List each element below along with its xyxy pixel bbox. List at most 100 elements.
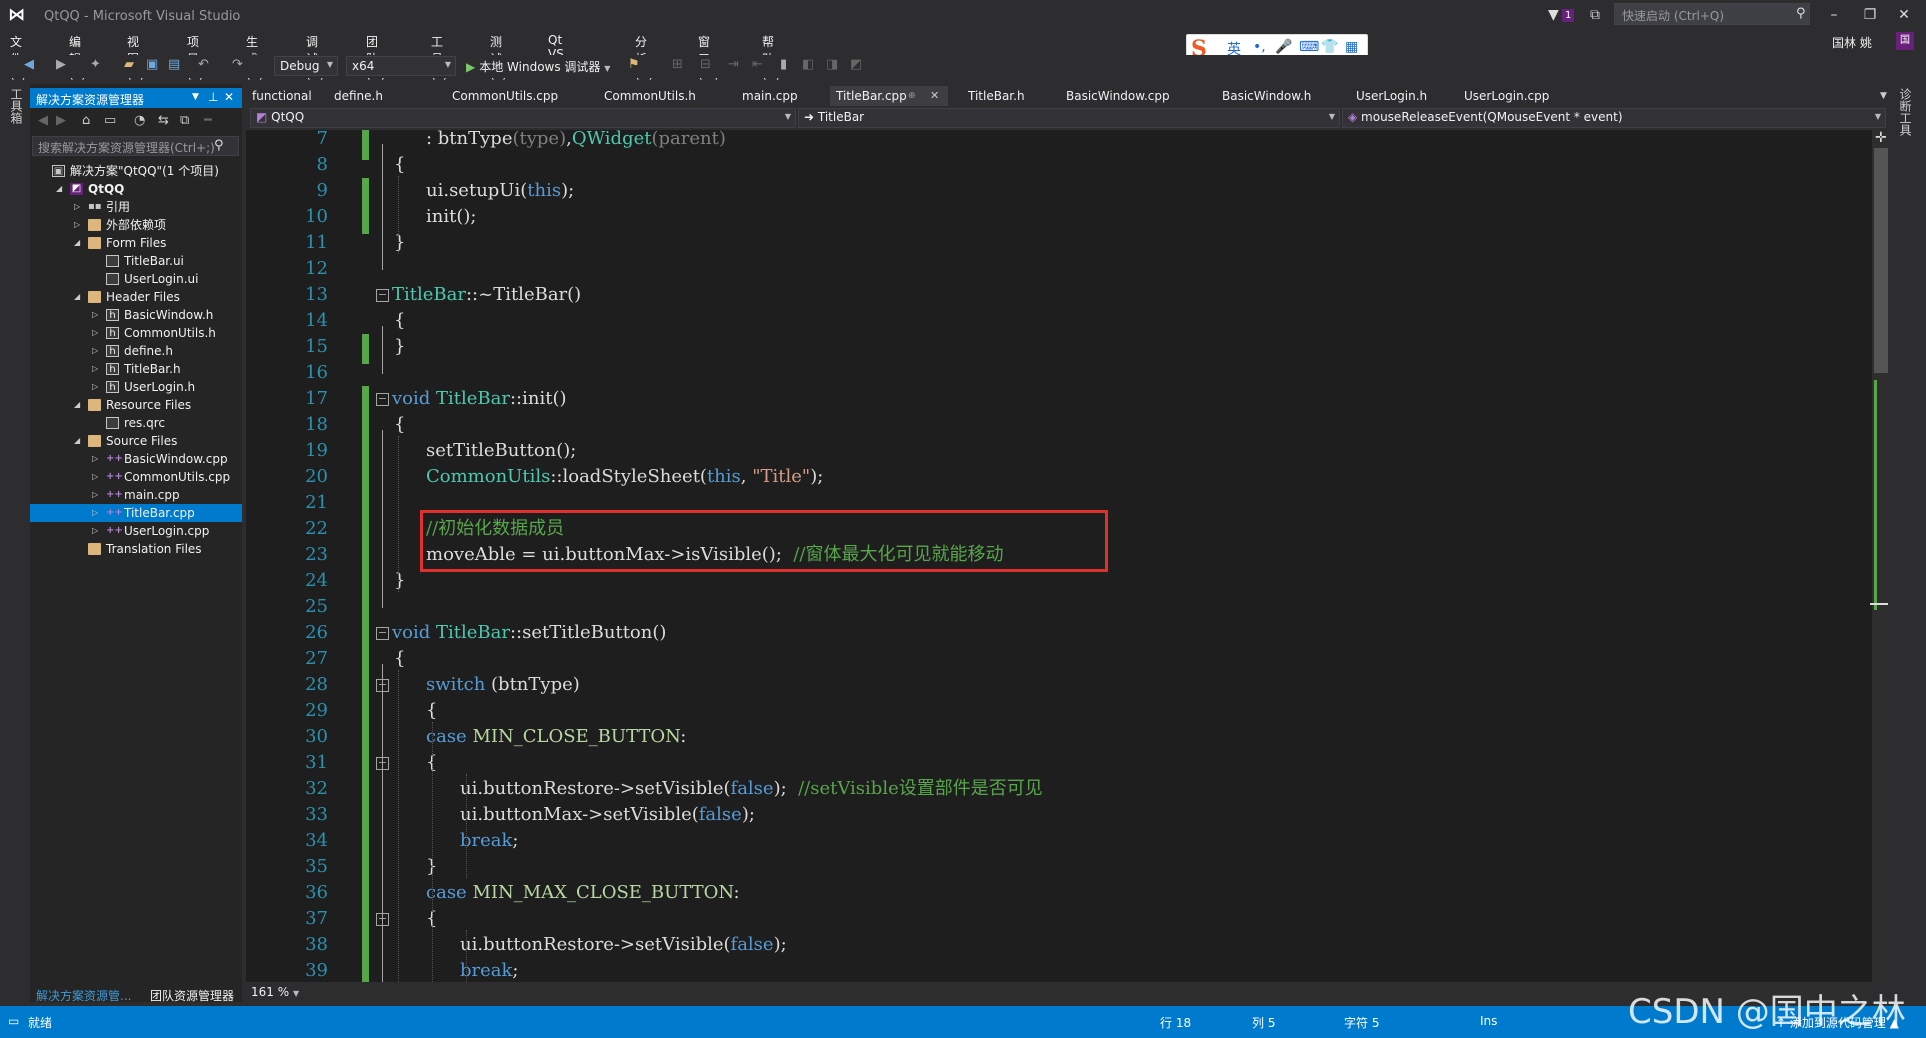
find-in-files-icon[interactable]: ⚑ <box>628 57 640 72</box>
expanded-arrow-icon[interactable]: ◢ <box>74 432 80 450</box>
restore-button[interactable]: ❐ <box>1856 4 1884 26</box>
tab-document[interactable]: UserLogin.cpp <box>1458 86 1555 106</box>
quick-launch-input[interactable]: 快速启动 (Ctrl+Q) <box>1614 3 1810 25</box>
tree-item[interactable]: ◢ Resource Files <box>30 396 242 414</box>
tab-document[interactable]: define.h <box>328 86 389 106</box>
expanded-arrow-icon[interactable]: ◢ <box>74 234 80 252</box>
feedback-filter-icon[interactable]: ▼ <box>1548 7 1559 23</box>
tab-document[interactable]: BasicWindow.h <box>1216 86 1317 106</box>
tree-item[interactable]: res.qrc <box>30 414 242 432</box>
split-editor-icon[interactable]: ✛ <box>1875 130 1887 146</box>
tree-item[interactable]: ▷ ++ BasicWindow.cpp <box>30 450 242 468</box>
tab-document[interactable]: functional <box>246 86 318 106</box>
output-icon[interactable]: ▭ <box>8 1014 19 1028</box>
collapsed-arrow-icon[interactable]: ▷ <box>92 306 98 324</box>
tree-item[interactable]: Translation Files <box>30 540 242 558</box>
save-icon[interactable]: ▣ <box>146 57 158 72</box>
back-icon[interactable]: ◀ <box>38 113 48 128</box>
tree-item[interactable]: ▷ h CommonUtils.h <box>30 324 242 342</box>
redo-icon[interactable]: ↷ <box>232 57 243 72</box>
sync-icon[interactable]: ⇆ <box>158 113 169 128</box>
search-icon[interactable]: ⚲ <box>214 138 224 153</box>
ime-voice-icon[interactable]: 🎤 <box>1275 39 1292 55</box>
indent-icon[interactable]: ⇥ <box>728 57 739 72</box>
prev-bookmark-icon[interactable]: ◧ <box>802 57 814 72</box>
tree-item[interactable]: ▷ h define.h <box>30 342 242 360</box>
notifications-icon[interactable]: ⧉ <box>1590 7 1600 23</box>
collapsed-arrow-icon[interactable]: ▷ <box>74 216 80 234</box>
tab-solution-explorer[interactable]: 解决方案资源管... <box>36 987 131 1004</box>
fold-toggle-icon[interactable]: − <box>376 393 389 406</box>
collapsed-arrow-icon[interactable]: ▷ <box>92 522 98 540</box>
comment-icon[interactable]: ⊞ <box>672 57 683 72</box>
collapsed-arrow-icon[interactable]: ▷ <box>92 486 98 504</box>
close-button[interactable]: ✕ <box>1890 4 1918 26</box>
history-icon[interactable]: ◔ <box>134 113 145 128</box>
tree-item[interactable]: TitleBar.ui <box>30 252 242 270</box>
toolbox-tab[interactable]: 工具箱 <box>8 88 23 124</box>
tab-overflow-dropdown-icon[interactable]: ▼ <box>1880 91 1887 101</box>
tab-document[interactable]: BasicWindow.cpp <box>1060 86 1176 106</box>
pin-icon[interactable]: ⊥ <box>208 90 218 104</box>
tree-item[interactable]: ▷ ++ CommonUtils.cpp <box>30 468 242 486</box>
collapsed-arrow-icon[interactable]: ▷ <box>92 324 98 342</box>
tab-document[interactable]: CommonUtils.cpp <box>446 86 564 106</box>
expanded-arrow-icon[interactable]: ◢ <box>56 180 62 198</box>
expanded-arrow-icon[interactable]: ◢ <box>74 396 80 414</box>
tree-item[interactable]: ◢ Header Files <box>30 288 242 306</box>
tree-item[interactable]: ▷ ++ main.cpp <box>30 486 242 504</box>
tab-document[interactable]: TitleBar.cpp ⊕ ✕ <box>830 86 948 106</box>
collapsed-arrow-icon[interactable]: ▷ <box>92 504 98 522</box>
solution-platform-select[interactable]: x64 ▼ <box>346 56 456 76</box>
tab-document[interactable]: UserLogin.h <box>1350 86 1433 106</box>
tree-item[interactable]: ▷ h TitleBar.h <box>30 360 242 378</box>
ime-keyboard-icon[interactable]: ⌨ <box>1299 39 1319 55</box>
close-icon[interactable]: ✕ <box>930 86 939 106</box>
tree-item[interactable]: ▷ h UserLogin.h <box>30 378 242 396</box>
collapsed-arrow-icon[interactable]: ▷ <box>92 360 98 378</box>
tree-item[interactable]: ◢ Form Files <box>30 234 242 252</box>
tree-item[interactable]: UserLogin.ui <box>30 270 242 288</box>
member-dropdown[interactable]: ◈ mouseReleaseEvent(QMouseEvent * event)… <box>1342 108 1886 128</box>
ime-punctuation-icon[interactable]: •, <box>1253 39 1266 55</box>
tab-team-explorer[interactable]: 团队资源管理器 <box>150 987 234 1004</box>
new-project-icon[interactable]: ✦ <box>90 57 101 72</box>
collapsed-arrow-icon[interactable]: ▷ <box>92 450 98 468</box>
outdent-icon[interactable]: ⇤ <box>752 57 763 72</box>
switch-views-icon[interactable]: ▭ <box>104 113 116 128</box>
tree-item[interactable]: ◢ ◩ QtQQ <box>30 180 242 198</box>
uncomment-icon[interactable]: ⊟ <box>700 57 711 72</box>
tree-item[interactable]: ◢ Source Files <box>30 432 242 450</box>
tree-item[interactable]: ▷ h BasicWindow.h <box>30 306 242 324</box>
clear-bookmarks-icon[interactable]: ◩ <box>850 57 862 72</box>
tab-document[interactable]: main.cpp <box>736 86 804 106</box>
collapsed-arrow-icon[interactable]: ▷ <box>74 198 80 216</box>
zoom-level-select[interactable]: 161 % ▼ <box>248 984 308 1002</box>
solution-configuration-select[interactable]: Debug ▼ <box>274 56 338 76</box>
forward-icon[interactable]: ▶ <box>56 113 66 128</box>
expanded-arrow-icon[interactable]: ◢ <box>74 288 80 306</box>
tab-document[interactable]: CommonUtils.h <box>598 86 702 106</box>
ime-toolbox-icon[interactable]: ▦ <box>1345 39 1358 55</box>
avatar[interactable]: 国 <box>1896 32 1914 50</box>
chevron-down-icon[interactable]: ▼ <box>192 92 199 102</box>
open-file-icon[interactable]: ▰ <box>124 57 134 72</box>
solution-search-input[interactable]: 搜索解决方案资源管理器(Ctrl+;) <box>32 136 239 156</box>
close-icon[interactable]: ✕ <box>224 90 234 104</box>
collapse-all-icon[interactable]: ⧉ <box>180 113 189 128</box>
tree-item[interactable]: ▷ ▪▪ 引用 <box>30 198 242 216</box>
visual-studio-logo-icon[interactable]: ⋈ <box>8 5 32 27</box>
undo-icon[interactable]: ↶ <box>198 57 209 72</box>
forward-icon[interactable]: ▶ <box>56 57 66 72</box>
tree-item[interactable]: ▷ ++ UserLogin.cpp <box>30 522 242 540</box>
back-icon[interactable]: ◀ <box>24 57 34 72</box>
next-bookmark-icon[interactable]: ◨ <box>826 57 838 72</box>
fold-toggle-icon[interactable]: − <box>376 627 389 640</box>
tree-item[interactable]: ▷ 外部依赖项 <box>30 216 242 234</box>
diagnostic-tools-tab[interactable]: 诊断工具 <box>1897 88 1912 136</box>
tree-item[interactable]: ▣ 解决方案"QtQQ"(1 个项目) <box>30 162 242 180</box>
bookmark-icon[interactable]: ▮ <box>780 57 787 72</box>
minimize-button[interactable]: – <box>1820 4 1848 26</box>
collapsed-arrow-icon[interactable]: ▷ <box>92 342 98 360</box>
collapsed-arrow-icon[interactable]: ▷ <box>92 378 98 396</box>
